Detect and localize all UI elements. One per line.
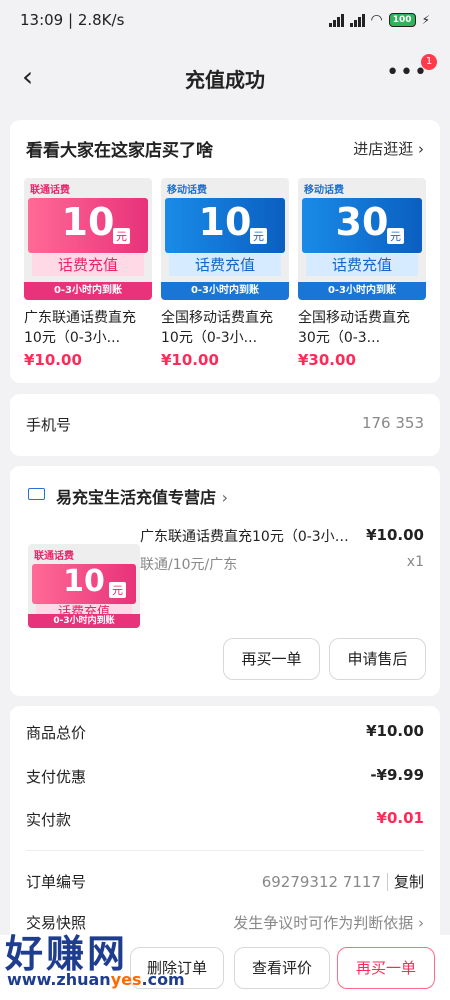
chevron-right-icon: › (418, 140, 424, 158)
product-price: ¥10.00 (161, 351, 219, 369)
after-sale-button[interactable]: 申请售后 (329, 638, 426, 680)
nav-bar: ‹ 充值成功 ••• 1 (0, 42, 450, 114)
carrier-tag: 移动话费 (167, 185, 207, 196)
product-name: 全国移动话费直充30元（0-3... (298, 310, 410, 346)
recommend-product[interactable]: 联通话费 10 元 话费充值 0-3小时内到账 广东联通话费直充10元（0-3小… (24, 178, 152, 369)
status-icons: ◠ 100 ⚡ (328, 12, 430, 28)
divider (26, 850, 424, 851)
page-title: 充值成功 (185, 68, 265, 92)
signal-icon-2 (349, 13, 365, 27)
watermark-logo: 好赚网 www.zhuanyes.com (5, 923, 195, 993)
arrival-label: 0-3小时内到账 (161, 282, 289, 300)
recharge-label: 话费充值 (32, 254, 144, 276)
carrier-tag: 联通话费 (34, 551, 74, 562)
amount: 30 (335, 200, 389, 244)
chevron-right-icon: › (418, 914, 424, 932)
store-icon (28, 488, 45, 500)
store-recommend-card: 看看大家在这家店买了啥 进店逛逛 › 联通话费 10 元 话费充值 0-3小时内… (10, 120, 440, 383)
buy-again-bottom-button[interactable]: 再买一单 (337, 947, 435, 989)
arrival-label: 0-3小时内到账 (298, 282, 426, 300)
yuan-label: 元 (113, 228, 130, 244)
snapshot-hint: 发生争议时可作为判断依据 (233, 914, 414, 932)
yuan-label: 元 (250, 228, 267, 244)
arrival-label: 0-3小时内到账 (24, 282, 152, 300)
paid-value: ¥0.01 (376, 809, 424, 827)
order-number-value: 69279312 7117 (261, 873, 381, 891)
chevron-right-icon: › (221, 488, 228, 507)
order-product-name[interactable]: 广东联通话费直充10元（0-3小时内到账） (140, 526, 362, 546)
phone-value: 176 353 (361, 414, 424, 432)
carrier-tag: 移动话费 (304, 185, 344, 196)
recommend-product[interactable]: 移动话费 10 元 话费充值 0-3小时内到账 全国移动话费直充10元（0-3小… (161, 178, 289, 369)
phone-label: 手机号 (26, 416, 72, 434)
phone-number-card: 手机号 176 353 (10, 394, 440, 456)
total-price-value: ¥10.00 (366, 722, 424, 740)
product-name: 广东联通话费直充10元（0-3小... (24, 310, 136, 346)
recharge-label: 话费充值 (169, 254, 281, 276)
recharge-label: 话费充值 (306, 254, 418, 276)
product-price: ¥30.00 (298, 351, 356, 369)
view-review-button[interactable]: 查看评价 (234, 947, 330, 989)
order-product-spec: 联通/10元/广东 (140, 557, 238, 573)
total-price-label: 商品总价 (26, 724, 87, 742)
status-bar: 13:09 | 2.8K/s ◠ 100 ⚡ (0, 0, 450, 42)
product-price: ¥10.00 (24, 351, 82, 369)
store-name-link[interactable]: 易充宝生活充值专营店 › (56, 484, 228, 508)
visit-store-link[interactable]: 进店逛逛 › (353, 138, 424, 159)
discount-label: 支付优惠 (26, 768, 87, 786)
order-card: 易充宝生活充值专营店 › 联通话费 10 元 话费充值 0-3小时内到账 广东联… (10, 466, 440, 696)
product-thumbnail: 联通话费 10 元 话费充值 0-3小时内到账 (24, 178, 152, 300)
recommend-product[interactable]: 移动话费 30 元 话费充值 0-3小时内到账 全国移动话费直充30元（0-3.… (298, 178, 426, 369)
product-thumbnail: 移动话费 30 元 话费充值 0-3小时内到账 (298, 178, 426, 300)
charging-icon: ⚡ (421, 13, 430, 27)
arrival-label: 0-3小时内到账 (28, 614, 140, 628)
status-time: 13:09 | 2.8K/s (20, 11, 125, 29)
yuan-label: 元 (109, 582, 126, 598)
watermark-url: www.zhuanyes.com (7, 970, 185, 989)
product-thumbnail: 移动话费 10 元 话费充值 0-3小时内到账 (161, 178, 289, 300)
product-name: 全国移动话费直充10元（0-3小... (161, 310, 273, 346)
carrier-tag: 联通话费 (30, 185, 70, 196)
amount: 10 (61, 200, 115, 244)
signal-icon (328, 13, 344, 27)
discount-value: -¥9.99 (370, 766, 424, 784)
yuan-label: 元 (387, 228, 404, 244)
paid-label: 实付款 (26, 811, 72, 829)
copy-button[interactable]: 复制 (386, 873, 424, 891)
order-quantity: x1 (406, 554, 424, 570)
order-number-label: 订单编号 (26, 873, 87, 891)
notification-badge: 1 (421, 54, 437, 70)
battery-icon: 100 (388, 13, 416, 27)
order-product-price: ¥10.00 (366, 526, 424, 544)
amount: 10 (198, 200, 252, 244)
order-product-thumbnail[interactable]: 联通话费 10 元 话费充值 0-3小时内到账 (28, 544, 140, 628)
wifi-icon: ◠ (370, 12, 383, 28)
buy-again-button[interactable]: 再买一单 (223, 638, 320, 680)
recommend-heading: 看看大家在这家店买了啥 (26, 141, 213, 161)
